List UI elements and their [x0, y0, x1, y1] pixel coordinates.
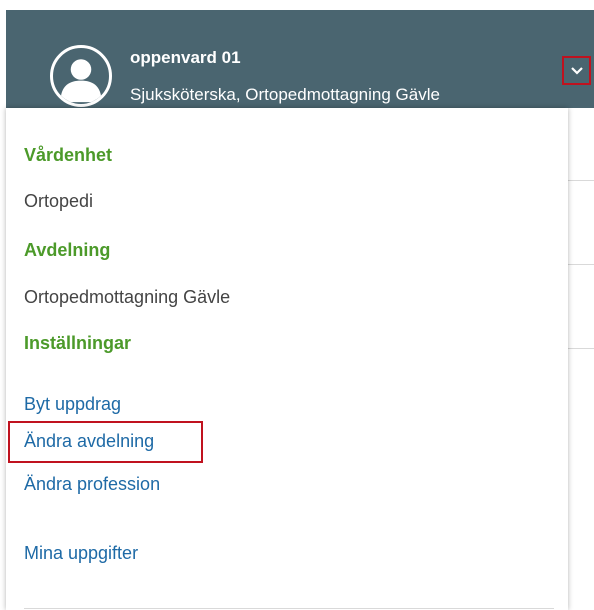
avdelning-heading: Avdelning — [24, 240, 111, 260]
mina-uppgifter-link[interactable]: Mina uppgifter — [24, 543, 138, 564]
byt-uppdrag-link[interactable]: Byt uppdrag — [24, 394, 121, 415]
andra-avdelning-link[interactable]: Ändra avdelning — [24, 431, 154, 452]
installningar-heading: Inställningar — [24, 333, 132, 353]
dropdown-divider — [24, 608, 554, 609]
page-root: oppenvard 01 Sjuksköterska, Ortopedmotta… — [0, 0, 594, 610]
chevron-down-icon — [570, 66, 583, 75]
vardenhet-heading: Vårdenhet — [24, 145, 113, 165]
user-name: oppenvard 01 — [130, 48, 241, 67]
vardenhet-value: Ortopedi — [24, 191, 94, 211]
user-menu-toggle-button[interactable] — [562, 56, 591, 85]
background-divider — [568, 348, 594, 349]
user-avatar-icon[interactable] — [50, 45, 112, 107]
background-divider — [568, 264, 594, 265]
user-role: Sjuksköterska, Ortopedmottagning Gävle — [130, 85, 440, 104]
andra-profession-link[interactable]: Ändra profession — [24, 474, 160, 495]
background-divider — [568, 180, 594, 181]
user-header-bar: oppenvard 01 Sjuksköterska, Ortopedmotta… — [6, 10, 594, 108]
avdelning-value: Ortopedmottagning Gävle — [24, 287, 231, 307]
user-menu-dropdown: Vårdenhet Ortopedi Avdelning Ortopedmott… — [6, 108, 568, 610]
